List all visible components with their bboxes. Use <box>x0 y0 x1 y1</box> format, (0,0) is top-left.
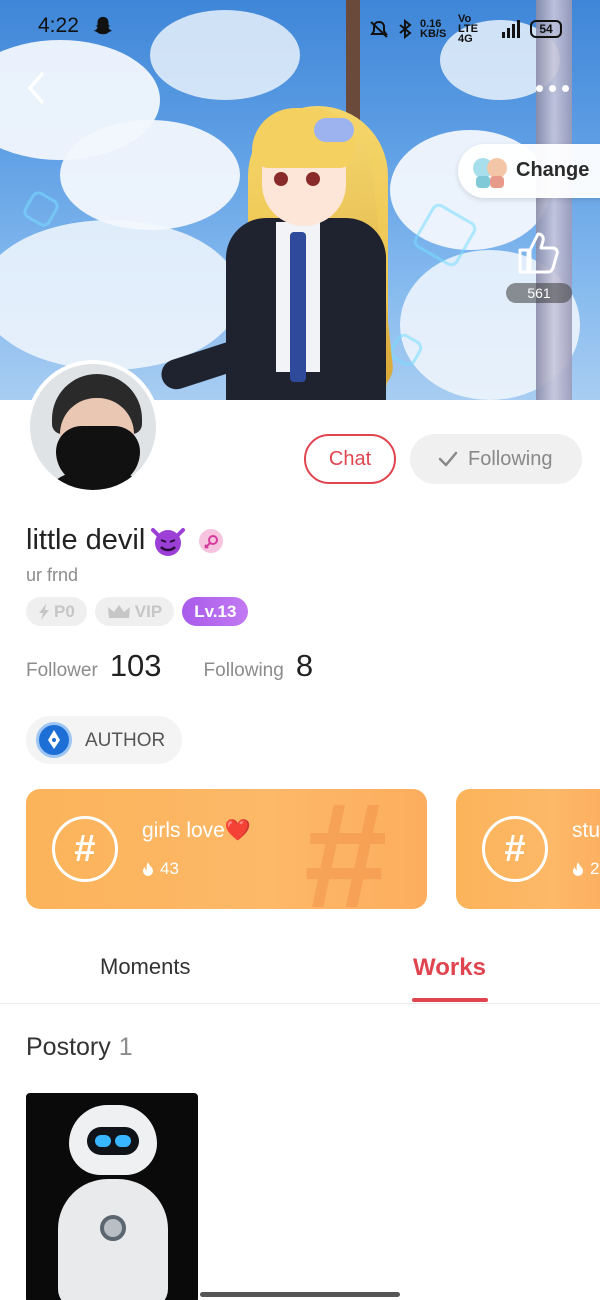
avatar-body <box>40 472 154 490</box>
robot-eye <box>115 1135 131 1147</box>
flame-icon <box>143 862 153 876</box>
character-thumbnail-icon <box>473 158 507 188</box>
topic-card[interactable]: # # girls love❤️ 43 <box>26 789 427 909</box>
following-label[interactable]: Following <box>204 660 284 682</box>
crown-icon <box>107 604 130 618</box>
profile-tabs: Moments Works <box>0 942 600 1004</box>
network-type: Vo LTE 4G <box>458 13 478 45</box>
cloud-decoration <box>0 220 240 370</box>
topic-title: girls love❤️ <box>142 819 252 842</box>
robot-body <box>58 1179 168 1300</box>
vip-badge[interactable]: VIP <box>94 597 175 626</box>
section-title-label: Postory <box>26 1033 111 1061</box>
thumbs-up-icon <box>518 232 559 274</box>
network-speed: 0.16 KB/S <box>420 18 447 40</box>
battery-icon: 54 <box>530 20 562 38</box>
topic-heat: 43 <box>142 859 179 879</box>
topic-heat-count: 43 <box>160 859 179 878</box>
stats-row: Follower 103 Following 8 <box>26 648 313 684</box>
hashtag-icon: # <box>52 816 118 882</box>
section-title: Postory 1 <box>26 1033 133 1062</box>
vip-badge-label: VIP <box>134 602 163 621</box>
profile-banner <box>0 0 600 400</box>
bluetooth-icon <box>399 19 412 39</box>
robot-eye <box>95 1135 111 1147</box>
flame-icon <box>573 862 583 876</box>
snapchat-icon <box>93 16 113 35</box>
badge-row: P0 VIP Lv.13 <box>26 597 249 626</box>
tab-works[interactable]: Works <box>413 954 486 982</box>
follower-label[interactable]: Follower <box>26 660 98 682</box>
username-row: little devil <box>26 524 224 557</box>
hashtag-icon: # <box>482 816 548 882</box>
author-badge[interactable]: AUTHOR <box>26 716 182 764</box>
power-badge-label: P0 <box>54 602 75 621</box>
level-badge[interactable]: Lv.13 <box>182 597 249 626</box>
cloud-decoration <box>60 120 240 230</box>
power-badge[interactable]: P0 <box>26 597 87 626</box>
pen-nib-icon <box>36 722 72 758</box>
postory-thumbnail[interactable] <box>26 1093 198 1300</box>
topic-heat: 2 <box>572 859 599 879</box>
tab-moments[interactable]: Moments <box>100 954 190 980</box>
status-indicators: 0.16 KB/S Vo LTE 4G 54 <box>368 13 562 45</box>
bolt-icon <box>39 603 49 620</box>
avatar-image <box>30 364 156 490</box>
avatar[interactable] <box>26 360 160 494</box>
mute-icon <box>370 20 388 38</box>
topic-card[interactable]: # stu 2 <box>456 789 600 909</box>
change-label: Change <box>516 159 590 181</box>
following-button[interactable]: Following <box>410 434 582 484</box>
follower-count[interactable]: 103 <box>110 648 162 684</box>
character-eye <box>306 172 320 186</box>
female-icon <box>199 528 224 553</box>
username: little devil <box>26 524 146 556</box>
status-time: 4:22 <box>38 14 79 37</box>
hashtag-watermark: # <box>304 789 388 909</box>
chat-button[interactable]: Chat <box>304 434 396 484</box>
robot-head <box>69 1105 157 1175</box>
following-count[interactable]: 8 <box>296 648 313 684</box>
more-icon <box>549 85 556 92</box>
home-indicator[interactable] <box>200 1292 400 1297</box>
more-icon <box>562 85 569 92</box>
character-hair-bow <box>314 118 354 142</box>
like-button[interactable] <box>514 228 562 276</box>
back-icon <box>28 72 44 104</box>
bio-text: ur frnd <box>26 565 79 585</box>
topic-heat-count: 2 <box>590 859 600 878</box>
status-bar: 4:22 0.16 KB/S Vo LTE 4G 54 <box>0 0 600 52</box>
author-label: AUTHOR <box>85 730 166 751</box>
character-eye <box>274 172 288 186</box>
devil-emoji-icon <box>151 527 186 556</box>
change-background-button[interactable]: Change <box>458 144 600 198</box>
like-count: 561 <box>506 283 572 303</box>
robot-core <box>100 1215 126 1241</box>
section-count: 1 <box>118 1033 133 1061</box>
back-button[interactable] <box>22 68 62 108</box>
active-tab-indicator <box>412 998 488 1002</box>
window-frame <box>536 0 572 400</box>
more-button[interactable] <box>532 74 572 102</box>
signal-icon <box>502 20 520 38</box>
topic-title: stu <box>572 819 600 842</box>
hexagon-decoration <box>20 188 62 230</box>
more-icon <box>536 85 543 92</box>
following-button-label: Following <box>468 448 553 470</box>
robot-visor <box>87 1127 139 1155</box>
check-icon <box>438 451 458 467</box>
character-tie <box>290 232 306 382</box>
